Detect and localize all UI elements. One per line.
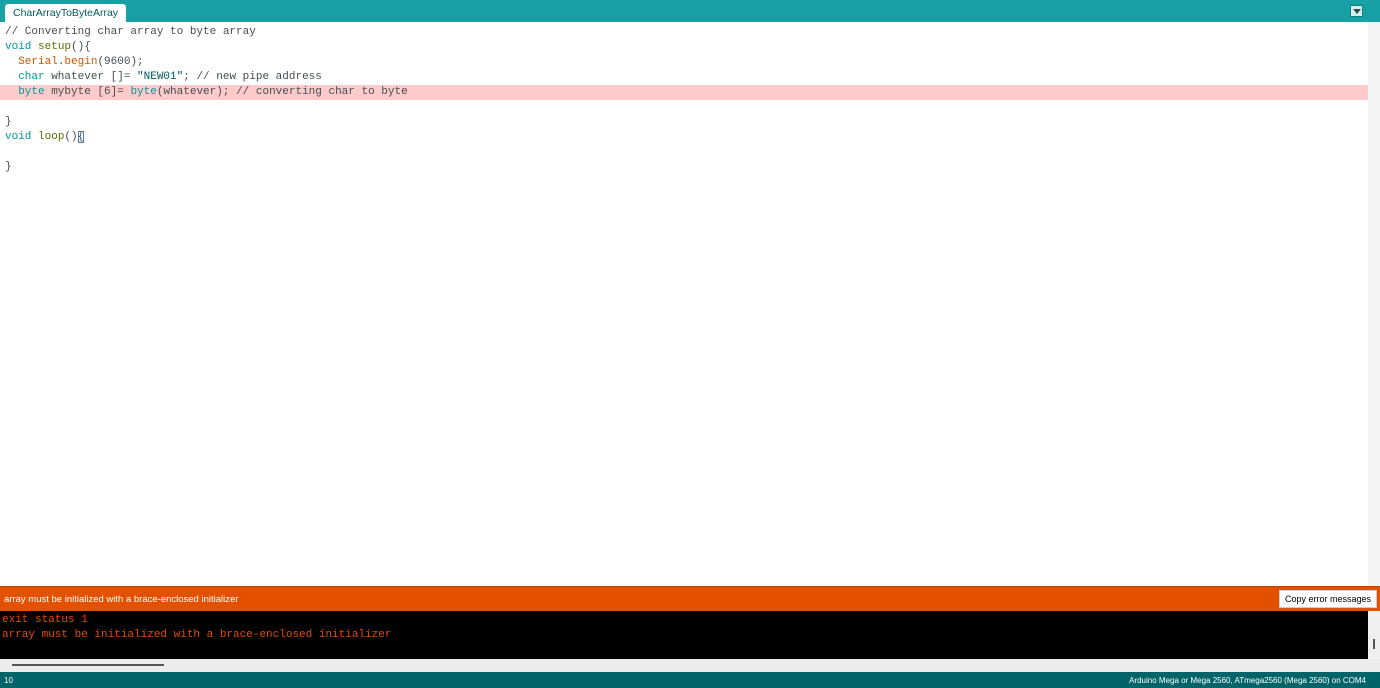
comment: // new pipe address bbox=[196, 71, 322, 83]
copy-error-messages-button[interactable]: Copy error messages bbox=[1279, 590, 1377, 608]
string-literal: "NEW01" bbox=[137, 71, 184, 83]
code-line-1: // Converting char array to byte array bbox=[5, 26, 256, 38]
tab-chararraytobytearray[interactable]: CharArrayToByteArray bbox=[5, 4, 127, 22]
code-line-4: char whatever []= "NEW01"; // new pipe a… bbox=[18, 71, 322, 83]
code-line-7: } bbox=[5, 116, 12, 128]
console-vertical-scrollbar[interactable] bbox=[1368, 611, 1380, 659]
code-line-10: } bbox=[5, 161, 12, 173]
code-editor[interactable]: // Converting char array to byte array v… bbox=[0, 22, 1368, 586]
status-board-info: Arduino Mega or Mega 2560, ATmega2560 (M… bbox=[1129, 676, 1366, 685]
console-scroll-thumb[interactable] bbox=[1373, 639, 1375, 649]
tab-menu-button[interactable] bbox=[1350, 5, 1363, 17]
arduino-ide-window: CharArrayToByteArray // Converting char … bbox=[0, 0, 1380, 688]
error-message-text: array must be initialized with a brace-e… bbox=[4, 594, 239, 605]
function-begin: begin bbox=[64, 56, 98, 68]
console-line-2: array must be initialized with a brace-e… bbox=[2, 629, 392, 641]
code-line-5-error-highlight: byte mybyte [6]= byte(whatever); // conv… bbox=[0, 85, 1368, 100]
status-bar: 10 Arduino Mega or Mega 2560, ATmega2560… bbox=[0, 672, 1380, 688]
function-loop: loop bbox=[38, 131, 65, 143]
keyword-byte: byte bbox=[18, 86, 45, 98]
error-message-bar: array must be initialized with a brace-e… bbox=[0, 586, 1380, 611]
output-console[interactable]: exit status 1 array must be initialized … bbox=[0, 611, 1368, 659]
comment: // converting char to byte bbox=[236, 86, 408, 98]
keyword-void: void bbox=[5, 131, 32, 143]
tab-bar: CharArrayToByteArray bbox=[0, 0, 1380, 22]
class-serial: Serial bbox=[18, 56, 58, 68]
function-byte: byte bbox=[130, 86, 157, 98]
keyword-char: char bbox=[18, 71, 45, 83]
status-line-number: 10 bbox=[4, 676, 13, 685]
horizontal-scroll-thumb[interactable] bbox=[12, 664, 164, 666]
code-line-2: void setup(){ bbox=[5, 41, 91, 53]
console-line-1: exit status 1 bbox=[2, 614, 88, 626]
chevron-down-icon bbox=[1352, 8, 1361, 14]
matched-brace-cursor: { bbox=[77, 131, 85, 143]
code-line-3: Serial.begin(9600); bbox=[18, 56, 144, 68]
code-line-8: void loop(){ bbox=[5, 131, 85, 143]
keyword-void: void bbox=[5, 41, 32, 53]
function-setup: setup bbox=[38, 41, 72, 53]
editor-vertical-scrollbar[interactable] bbox=[1368, 22, 1380, 586]
console-horizontal-scrollbar[interactable] bbox=[0, 659, 1380, 672]
